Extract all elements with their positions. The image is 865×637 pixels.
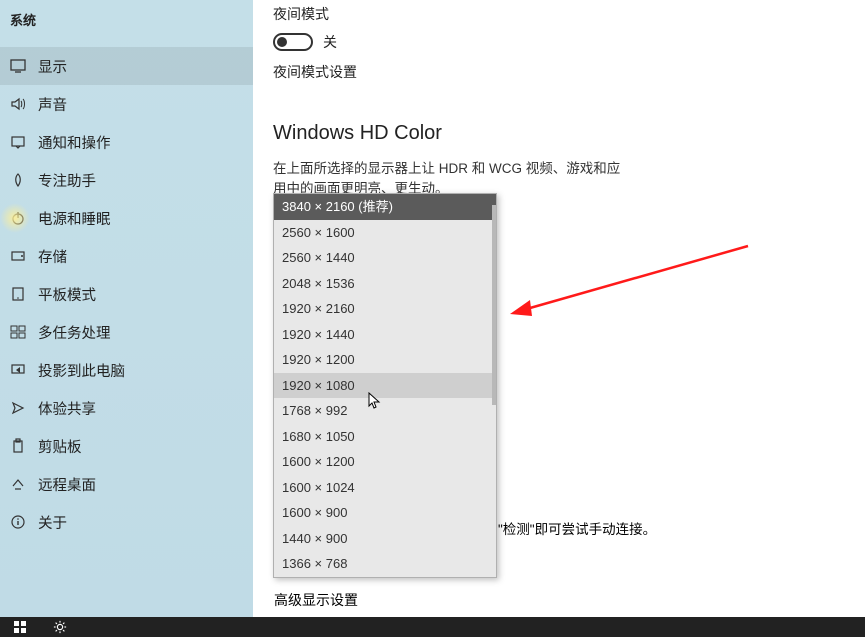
resolution-option[interactable]: 1600 × 1024: [274, 475, 496, 501]
windows-icon: [14, 621, 26, 633]
resolution-option[interactable]: 2048 × 1536: [274, 271, 496, 297]
sidebar-item-remote[interactable]: 远程桌面: [0, 465, 253, 503]
notification-icon: [10, 134, 26, 150]
resolution-option[interactable]: 1366 × 768: [274, 551, 496, 577]
taskbar: [0, 617, 865, 637]
taskbar-settings-button[interactable]: [40, 617, 80, 637]
resolution-dropdown[interactable]: 3840 × 2160 (推荐)2560 × 16002560 × 144020…: [273, 193, 497, 578]
resolution-option[interactable]: 1920 × 2160: [274, 296, 496, 322]
night-mode-label: 夜间模式: [273, 4, 845, 24]
resolution-option[interactable]: 1920 × 1200: [274, 347, 496, 373]
start-button[interactable]: [0, 617, 40, 637]
sidebar-item-label: 多任务处理: [38, 322, 111, 343]
sidebar-item-label: 通知和操作: [38, 132, 111, 153]
multitask-icon: [10, 324, 26, 340]
resolution-option[interactable]: 1600 × 900: [274, 500, 496, 526]
sidebar-item-label: 声音: [38, 94, 67, 115]
advanced-display-link[interactable]: 高级显示设置: [274, 590, 358, 610]
sidebar-item-label: 电源和睡眠: [38, 208, 111, 229]
dropdown-scrollbar[interactable]: [492, 205, 496, 405]
sidebar-item-display[interactable]: 显示: [0, 47, 253, 85]
sidebar-item-storage[interactable]: 存储: [0, 237, 253, 275]
sidebar: 系统 显示 声音 通知和操作 专注助手: [0, 0, 253, 617]
resolution-option[interactable]: 1920 × 1440: [274, 322, 496, 348]
sidebar-item-label: 存储: [38, 246, 67, 267]
toggle-state-text: 关: [323, 32, 337, 52]
resolution-option[interactable]: 1680 × 1050: [274, 424, 496, 450]
sidebar-item-label: 平板模式: [38, 284, 96, 305]
night-mode-toggle[interactable]: [273, 33, 313, 51]
sidebar-item-clipboard[interactable]: 剪贴板: [0, 427, 253, 465]
about-icon: [10, 514, 26, 530]
share-icon: [10, 400, 26, 416]
monitor-icon: [10, 58, 26, 74]
sidebar-item-label: 投影到此电脑: [38, 360, 125, 381]
sidebar-item-tablet[interactable]: 平板模式: [0, 275, 253, 313]
storage-icon: [10, 248, 26, 264]
sidebar-item-multitask[interactable]: 多任务处理: [0, 313, 253, 351]
detect-hint-text: "检测"即可尝试手动连接。: [498, 518, 656, 538]
resolution-option[interactable]: 1440 × 900: [274, 526, 496, 552]
sidebar-item-label: 专注助手: [38, 170, 96, 191]
sidebar-item-label: 显示: [38, 56, 67, 77]
hd-color-title: Windows HD Color: [273, 122, 845, 145]
resolution-option[interactable]: 1600 × 1200: [274, 449, 496, 475]
sidebar-title: 系统: [0, 6, 253, 47]
sidebar-item-label: 剪贴板: [38, 436, 82, 457]
sidebar-item-about[interactable]: 关于: [0, 503, 253, 541]
sidebar-item-project[interactable]: 投影到此电脑: [0, 351, 253, 389]
focus-icon: [10, 172, 26, 188]
sidebar-item-label: 体验共享: [38, 398, 96, 419]
power-icon: [10, 210, 26, 226]
project-icon: [10, 362, 26, 378]
sound-icon: [10, 96, 26, 112]
sidebar-item-power[interactable]: 电源和睡眠: [0, 199, 253, 237]
tablet-icon: [10, 286, 26, 302]
sidebar-item-label: 关于: [38, 512, 67, 533]
resolution-option[interactable]: 1920 × 1080: [274, 373, 496, 399]
sidebar-item-notifications[interactable]: 通知和操作: [0, 123, 253, 161]
remote-icon: [10, 476, 26, 492]
resolution-option[interactable]: 2560 × 1600: [274, 220, 496, 246]
clipboard-icon: [10, 438, 26, 454]
sidebar-item-label: 远程桌面: [38, 474, 96, 495]
night-mode-settings-link[interactable]: 夜间模式设置: [273, 62, 845, 82]
sidebar-item-focus[interactable]: 专注助手: [0, 161, 253, 199]
gear-icon: [53, 620, 67, 634]
resolution-option[interactable]: 3840 × 2160 (推荐): [274, 194, 496, 220]
resolution-option[interactable]: 2560 × 1440: [274, 245, 496, 271]
resolution-option[interactable]: 1768 × 992: [274, 398, 496, 424]
sidebar-item-share[interactable]: 体验共享: [0, 389, 253, 427]
sidebar-item-sound[interactable]: 声音: [0, 85, 253, 123]
